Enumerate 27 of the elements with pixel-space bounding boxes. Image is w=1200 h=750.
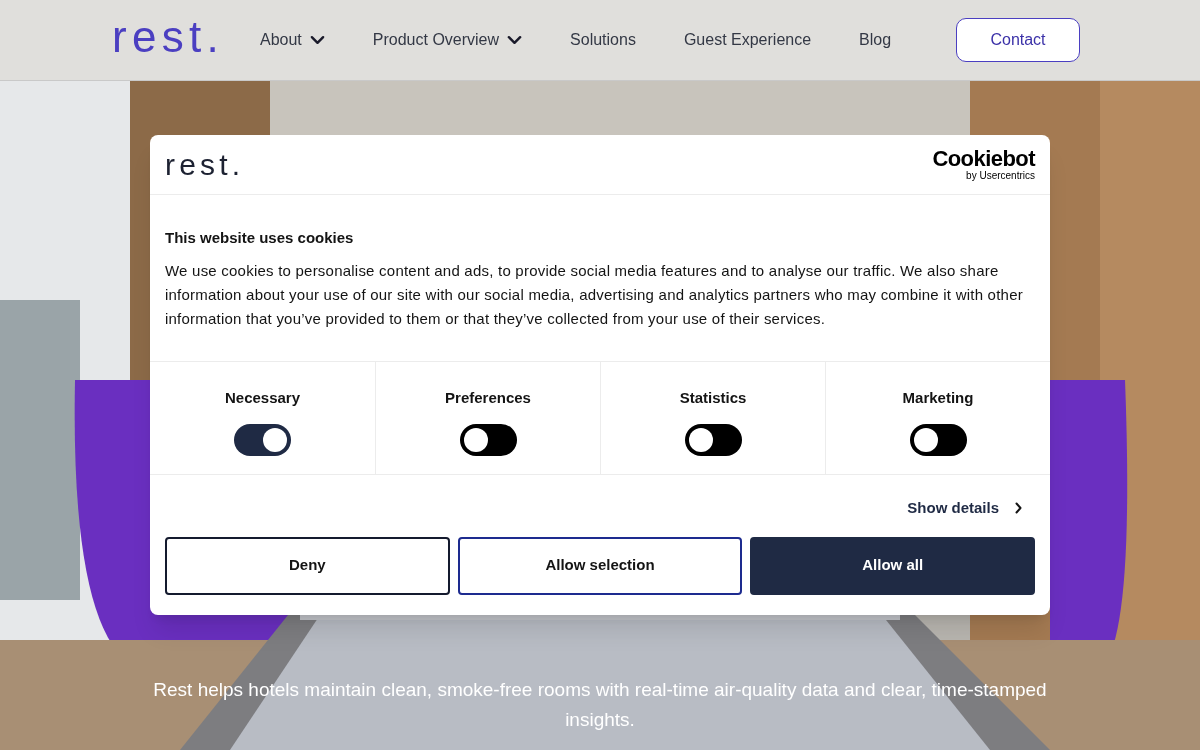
cookiebot-wordmark: Cookiebot <box>932 147 1035 170</box>
contact-button[interactable]: Contact <box>956 18 1080 62</box>
toggle-switch[interactable] <box>234 423 291 456</box>
category-label: Marketing <box>902 388 974 408</box>
nav-link[interactable]: Solutions <box>570 28 636 52</box>
consent-button[interactable]: Allow selection <box>457 536 743 595</box>
category-label: Statistics <box>679 388 747 408</box>
consent-button[interactable]: Allow all <box>750 536 1035 595</box>
toggle-switch[interactable] <box>909 423 967 456</box>
category-label: Necessary <box>224 388 301 408</box>
chevron-down-icon <box>507 35 523 45</box>
logo[interactable]: rest. <box>112 15 224 59</box>
chevron-down-icon <box>309 35 325 45</box>
nav-link[interactable]: Blog <box>859 28 892 52</box>
dialog-logo: rest. <box>165 149 245 180</box>
consent-button[interactable]: Deny <box>165 536 450 595</box>
toggle-switch[interactable] <box>684 423 742 456</box>
cookiebot-byline: by Usercentrics <box>966 169 1035 182</box>
dialog-title: This website uses cookies <box>165 228 355 248</box>
nav-link[interactable]: About <box>260 28 325 52</box>
chevron-right-icon <box>1015 502 1022 515</box>
toggle-switch[interactable] <box>459 423 517 456</box>
show-details-link[interactable]: Show details <box>907 497 1022 520</box>
nav-link[interactable]: Product Overview <box>372 28 523 52</box>
category-label: Preferences <box>445 388 531 408</box>
dialog-body-text: We use cookies to personalise content and ads, to provide social media features and to analyse our traffic. We also share information about your use of our site with our social media, advertising and analytics partners who may combine it with other information that you’ve provided to them or that they’ve collected from your use of their services. <box>165 261 1024 329</box>
nav-link[interactable]: Guest Experience <box>683 28 812 52</box>
